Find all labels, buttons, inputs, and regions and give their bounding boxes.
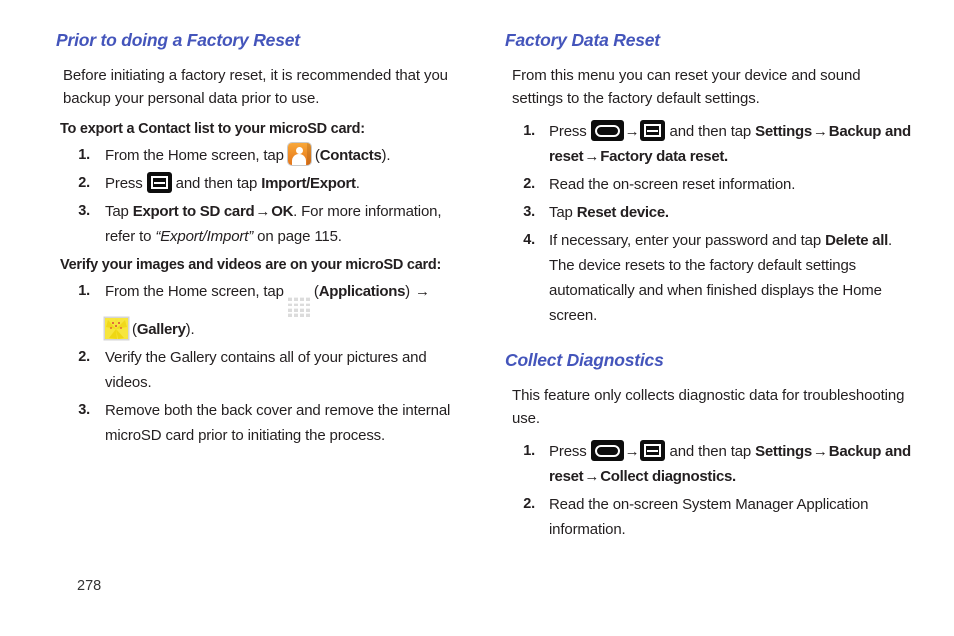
step-number: 2. (523, 176, 535, 192)
arrow-icon: → (624, 443, 640, 460)
bold-term: Settings (755, 443, 812, 460)
contacts-icon (287, 143, 311, 165)
bold-term: Settings (755, 123, 812, 140)
list-item: 1. Press → and then tap Settings→Backup a… (505, 439, 911, 489)
arrow-icon: → (255, 203, 271, 220)
arrow-icon: → (584, 468, 600, 485)
arrow-icon: → (812, 123, 828, 140)
page-number: 278 (77, 578, 102, 594)
step-text: . (355, 175, 360, 192)
step-text: ( (309, 283, 319, 300)
step-number: 1. (78, 283, 90, 299)
step-number: 2. (78, 349, 90, 366)
step-number: 1. (523, 443, 535, 459)
step-number: 2. (78, 175, 90, 191)
step-text: Remove both the back cover and remove th… (105, 402, 451, 445)
applications-icon (287, 297, 310, 318)
step-text: ) (405, 283, 415, 300)
arrow-icon: → (812, 443, 828, 460)
step-text: ). (381, 147, 391, 164)
step-number: 3. (78, 402, 90, 419)
list-item: 3. Tap Reset device. (505, 200, 911, 225)
section-heading-prior-to-factory-reset: Prior to doing a Factory Reset (56, 30, 300, 50)
subheading-export-contact-list: To export a Contact list to your microSD… (60, 121, 365, 137)
arrow-icon: → (584, 148, 600, 165)
bold-term: Applications (318, 283, 406, 300)
intro-paragraph-factory-reset: From this menu you can reset your device… (512, 67, 861, 107)
list-item: 3. Remove both the back cover and remove … (56, 398, 462, 448)
menu-key-icon (146, 172, 172, 193)
steps-factory-data-reset: 1. Press → and then tap Settings→Backup a… (505, 119, 911, 328)
step-text: Press (105, 175, 147, 192)
step-text: Press (549, 123, 591, 140)
home-key-icon (590, 120, 624, 141)
step-text: Read the on-screen reset information. (549, 176, 796, 193)
cross-reference: “Export/Import” (155, 228, 254, 245)
intro-paragraph-collect-diagnostics: This feature only collects diagnostic da… (512, 387, 905, 427)
steps-export-contacts: 1. From the Home screen, tap (Contacts). … (56, 143, 462, 249)
step-text: and then tap (171, 175, 262, 192)
arrow-icon: → (624, 123, 640, 140)
bold-term: Gallery (136, 321, 186, 339)
list-item: 2. Verify the Gallery contains all of you… (56, 345, 462, 395)
list-item: 2. Read the on-screen System Manager Appl… (505, 492, 911, 542)
step-number: 2. (523, 496, 535, 512)
home-key-icon (590, 440, 624, 461)
list-item: 1. Press → and then tap Settings→Backup a… (505, 119, 911, 169)
step-number: 1. (78, 147, 90, 163)
step-text: If necessary, enter your password and ta… (549, 232, 826, 249)
bold-term: Import/Export (261, 175, 356, 192)
step-text: and then tap (665, 123, 756, 140)
list-item: 1. From the Home screen, tap (Contacts). (56, 143, 462, 168)
bold-term: OK (271, 203, 294, 220)
section-heading-collect-diagnostics: Collect Diagnostics (505, 350, 664, 370)
step-text: on page 115. (253, 228, 342, 245)
menu-key-icon (640, 120, 666, 141)
list-item: 2. Read the on-screen reset information. (505, 172, 911, 197)
bold-term: Factory data reset. (600, 148, 728, 165)
step-text: Press (549, 443, 591, 460)
bold-term: Export to SD card (132, 203, 255, 220)
steps-collect-diagnostics: 1. Press → and then tap Settings→Backup a… (505, 439, 911, 542)
manual-page: Prior to doing a Factory Reset Before in… (0, 0, 954, 636)
step-text: Read the on-screen System Manager Applic… (549, 496, 869, 538)
intro-paragraph: Before initiating a factory reset, it is… (63, 67, 448, 107)
arrow-icon: → (415, 283, 430, 300)
bold-term: Contacts (319, 147, 382, 164)
section-heading-factory-data-reset: Factory Data Reset (505, 30, 660, 50)
left-column: Prior to doing a Factory Reset Before in… (56, 30, 462, 454)
step-text: From the Home screen, tap (105, 283, 288, 300)
step-text: ( (310, 147, 320, 164)
step-text: and then tap (665, 443, 756, 460)
step-text: Tap (105, 203, 133, 220)
step-text: ). (185, 321, 195, 339)
step-number: 4. (523, 232, 535, 248)
bold-term: Delete all (825, 232, 888, 249)
list-item: 1. From the Home screen, tap (Application… (56, 279, 462, 342)
step-number: 3. (78, 203, 90, 219)
list-item: 3. Tap Export to SD card→OK. For more inf… (56, 199, 462, 249)
list-item: 2. Press and then tap Import/Export. (56, 171, 462, 196)
right-column: Factory Data Reset From this menu you ca… (505, 30, 911, 548)
steps-verify-gallery: 1. From the Home screen, tap (Application… (56, 279, 462, 448)
menu-key-icon (640, 440, 666, 461)
step-text: ( (128, 321, 137, 339)
bold-term: Collect diagnostics. (600, 468, 736, 485)
step-text: From the Home screen, tap (105, 147, 288, 164)
gallery-icon (105, 318, 128, 340)
list-item: 4. If necessary, enter your password and … (505, 228, 911, 328)
step-text: Tap (549, 204, 577, 221)
bold-term: Reset device. (576, 204, 669, 221)
subheading-verify-images-videos: Verify your images and videos are on you… (60, 257, 442, 273)
step-number: 1. (523, 123, 535, 139)
step-text: Verify the Gallery contains all of your … (105, 349, 427, 392)
step-number: 3. (523, 204, 535, 220)
